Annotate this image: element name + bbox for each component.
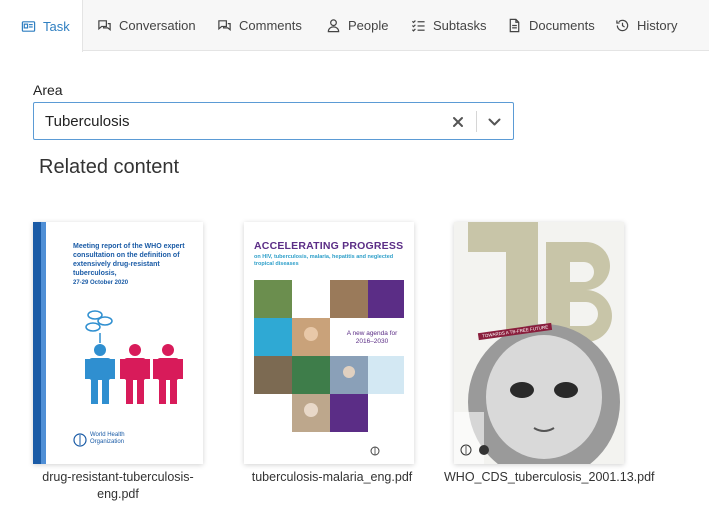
document-thumbnail[interactable]: TOWARDS A TB-FREE FUTURE bbox=[454, 222, 624, 464]
tab-task[interactable]: Task bbox=[0, 0, 83, 52]
tab-people[interactable]: People bbox=[326, 0, 388, 51]
cover-stripe bbox=[41, 222, 46, 464]
tab-label: History bbox=[637, 18, 678, 33]
checklist-icon bbox=[411, 20, 425, 32]
tab-label: Comments bbox=[239, 18, 302, 33]
document-filename[interactable]: WHO_CDS_tuberculosis_2001.13.pdf bbox=[444, 469, 655, 486]
tab-history[interactable]: History bbox=[615, 0, 677, 51]
cover-publisher: World Health Organization bbox=[90, 432, 125, 445]
cover-title: Meeting report of the WHO expert consult… bbox=[73, 243, 185, 277]
cover-date: 27-29 October 2020 bbox=[73, 280, 129, 286]
tab-label: Task bbox=[43, 18, 70, 34]
comment-bubbles-icon bbox=[218, 20, 231, 31]
who-emblem-icon bbox=[460, 444, 472, 456]
chevron-down-icon bbox=[488, 118, 500, 125]
tab-label: Documents bbox=[529, 18, 595, 33]
area-select[interactable]: Tuberculosis bbox=[33, 102, 514, 140]
tab-label: Subtasks bbox=[433, 18, 487, 33]
who-emblem-icon bbox=[370, 446, 380, 456]
tab-subtasks[interactable]: Subtasks bbox=[411, 0, 486, 51]
id-card-icon bbox=[21, 20, 36, 32]
tab-label: People bbox=[348, 18, 389, 33]
photo-mosaic-illustration bbox=[254, 280, 404, 432]
history-icon bbox=[616, 19, 629, 32]
person-icon bbox=[327, 19, 340, 33]
cover-agenda: A new agenda for 2016–2030 bbox=[346, 330, 398, 345]
area-label: Area bbox=[33, 82, 63, 98]
related-content-title: Related content bbox=[39, 156, 180, 178]
cover-subtitle: on HIV, tuberculosis, malaria, hepatitis… bbox=[254, 254, 394, 267]
tb-cover-illustration bbox=[454, 222, 620, 464]
chat-bubbles-icon bbox=[98, 20, 111, 31]
cover-stripe bbox=[33, 222, 41, 464]
tab-comments[interactable]: Comments bbox=[217, 0, 302, 51]
select-divider bbox=[476, 111, 477, 132]
document-thumbnail[interactable]: ACCELERATING PROGRESS on HIV, tuberculos… bbox=[244, 222, 414, 464]
tab-documents[interactable]: Documents bbox=[507, 0, 595, 51]
people-figures-illustration bbox=[85, 310, 183, 404]
tab-bar: Task Conversation Comments People Subtas… bbox=[0, 0, 709, 52]
dropdown-toggle-button[interactable] bbox=[484, 112, 504, 132]
who-emblem-icon bbox=[73, 433, 87, 447]
clear-selection-button[interactable] bbox=[448, 112, 468, 132]
document-thumbnail[interactable]: Meeting report of the WHO expert consult… bbox=[33, 222, 203, 464]
cover-title: ACCELERATING PROGRESS bbox=[254, 240, 404, 252]
document-filename[interactable]: drug-resistant-tuberculosis-eng.pdf bbox=[23, 469, 213, 503]
tab-label: Conversation bbox=[119, 18, 196, 33]
close-icon bbox=[453, 117, 463, 127]
stop-tb-emblem-icon bbox=[479, 445, 489, 455]
document-filename[interactable]: tuberculosis-malaria_eng.pdf bbox=[237, 469, 427, 486]
document-icon bbox=[509, 18, 520, 33]
area-select-value: Tuberculosis bbox=[45, 113, 130, 130]
tab-conversation[interactable]: Conversation bbox=[97, 0, 196, 51]
